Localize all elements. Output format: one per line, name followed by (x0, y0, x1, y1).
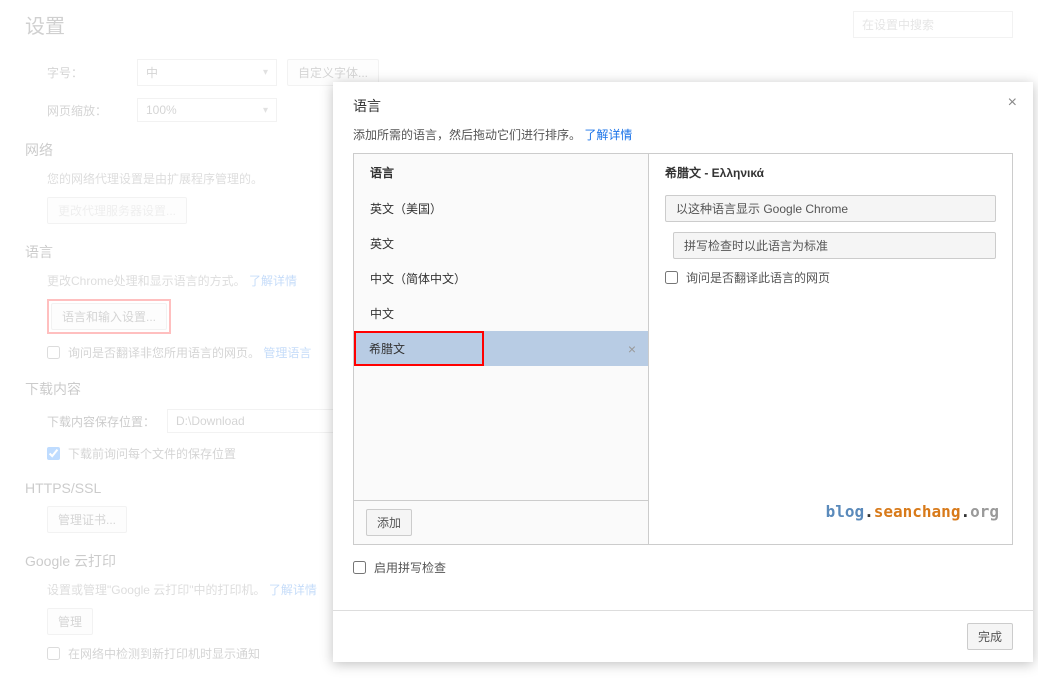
dialog-subtitle: 添加所需的语言，然后拖动它们进行排序。 (353, 128, 581, 142)
selected-lang-title: 希腊文 - Ελληνικά (665, 164, 996, 181)
lang-item[interactable]: 中文（简体中文） (354, 261, 648, 296)
language-dialog: 语言 添加所需的语言，然后拖动它们进行排序。 了解详情 × 语言 英文（美国） … (333, 82, 1033, 662)
enable-spellcheck-checkbox[interactable] (353, 561, 366, 574)
lang-item[interactable]: 英文（美国） (354, 191, 648, 226)
add-language-button[interactable]: 添加 (366, 509, 412, 536)
watermark: blog.seanchang.org (826, 502, 999, 521)
lang-list-header: 语言 (354, 154, 648, 191)
close-icon[interactable]: × (1008, 94, 1017, 112)
dialog-learn-link[interactable]: 了解详情 (584, 128, 632, 142)
done-button[interactable]: 完成 (967, 623, 1013, 650)
remove-language-icon[interactable]: × (628, 341, 636, 357)
spellcheck-standard-button[interactable]: 拼写检查时以此语言为标准 (673, 232, 996, 259)
lang-item[interactable]: 英文 (354, 226, 648, 261)
lang-item-selected[interactable]: 希腊文 × (354, 331, 648, 366)
highlight-box: 希腊文 (354, 331, 484, 366)
dialog-title: 语言 (353, 96, 1013, 116)
lang-item[interactable]: 中文 (354, 296, 648, 331)
translate-page-checkbox[interactable] (665, 271, 678, 284)
translate-page-label: 询问是否翻译此语言的网页 (686, 269, 830, 286)
enable-spellcheck-label: 启用拼写检查 (374, 559, 446, 576)
display-chrome-button[interactable]: 以这种语言显示 Google Chrome (665, 195, 996, 222)
